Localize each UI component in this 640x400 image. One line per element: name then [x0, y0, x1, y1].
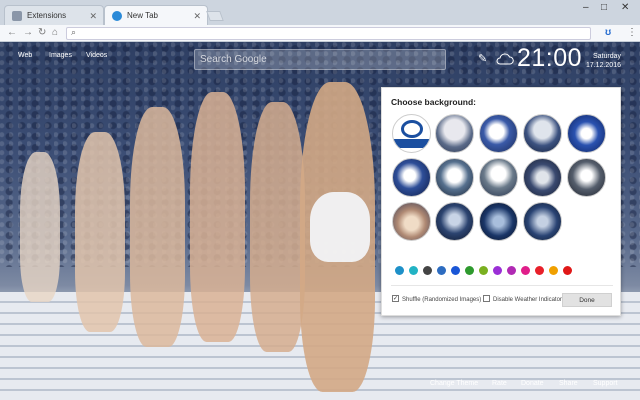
background-figure: [310, 192, 370, 262]
tab-title: Extensions: [27, 11, 67, 20]
new-tab-button[interactable]: [206, 11, 224, 21]
new-tab-page: Web Images Videos Search Google ✎ 21:00 …: [0, 42, 640, 400]
donate-link[interactable]: Donate: [521, 380, 544, 387]
menu-icon[interactable]: ⋮: [627, 26, 637, 40]
date-label: 17.12.2016: [585, 62, 621, 69]
background-thumbnail[interactable]: [392, 114, 431, 153]
background-figure: [75, 132, 125, 332]
support-link[interactable]: Support: [593, 380, 618, 387]
reload-icon[interactable]: ↻: [38, 27, 46, 39]
nav-images-link[interactable]: Images: [49, 52, 72, 59]
panel-title: Choose background:: [391, 97, 477, 107]
minimize-button[interactable]: –: [583, 2, 589, 13]
nav-videos-link[interactable]: Videos: [86, 52, 107, 59]
color-swatch[interactable]: [535, 266, 544, 275]
color-swatch[interactable]: [479, 266, 488, 275]
color-swatch[interactable]: [409, 266, 418, 275]
color-swatch[interactable]: [423, 266, 432, 275]
color-swatch[interactable]: [451, 266, 460, 275]
disable-weather-label: Disable Weather Indicator: [493, 297, 562, 303]
maximize-button[interactable]: □: [601, 2, 607, 13]
background-thumbnail[interactable]: [567, 114, 606, 153]
background-thumbnail[interactable]: [479, 158, 518, 197]
background-thumbnail[interactable]: [479, 114, 518, 153]
extension-icon[interactable]: ʊ: [605, 26, 611, 40]
done-button[interactable]: Done: [562, 293, 612, 307]
divider: [391, 285, 613, 286]
tab-extensions[interactable]: Extensions ✕: [4, 5, 104, 25]
background-thumbnail[interactable]: [567, 158, 606, 197]
forward-arrow-icon[interactable]: →: [23, 27, 33, 39]
change-theme-link[interactable]: Change Theme: [430, 380, 478, 387]
share-link[interactable]: Share: [559, 380, 578, 387]
puzzle-icon: [12, 11, 22, 21]
color-swatch[interactable]: [437, 266, 446, 275]
color-swatch[interactable]: [493, 266, 502, 275]
background-thumbnail[interactable]: [435, 158, 474, 197]
background-thumbnail[interactable]: [435, 114, 474, 153]
background-figure: [130, 107, 185, 347]
clock-time: 21:00: [517, 44, 583, 72]
pin-icon[interactable]: ✎: [478, 52, 487, 65]
background-figure: [190, 92, 245, 342]
color-swatch[interactable]: [549, 266, 558, 275]
color-swatch[interactable]: [563, 266, 572, 275]
date-block: Saturday 17.12.2016: [583, 52, 621, 70]
search-icon: ⌕: [71, 27, 77, 37]
background-thumbnail[interactable]: [523, 158, 562, 197]
close-tab-icon[interactable]: ✕: [89, 6, 97, 26]
color-swatch[interactable]: [465, 266, 474, 275]
rate-link[interactable]: Rate: [492, 380, 507, 387]
nav-web-link[interactable]: Web: [18, 52, 32, 59]
background-thumbnail[interactable]: [523, 114, 562, 153]
shuffle-checkbox[interactable]: ✓: [392, 295, 399, 302]
newtab-favicon-icon: [112, 11, 122, 21]
color-swatch[interactable]: [395, 266, 404, 275]
background-thumbnail[interactable]: [392, 202, 431, 241]
tab-strip: Extensions ✕ New Tab ✕ – □ ✕: [0, 0, 640, 25]
shuffle-label: Shuffle (Randomized Images): [402, 297, 482, 303]
color-swatch[interactable]: [507, 266, 516, 275]
tab-title: New Tab: [127, 11, 158, 20]
color-swatch[interactable]: [521, 266, 530, 275]
background-thumbnail[interactable]: [435, 202, 474, 241]
address-bar[interactable]: ⌕: [66, 27, 591, 40]
day-label: Saturday: [592, 53, 621, 60]
cloud-icon[interactable]: [496, 53, 514, 65]
background-figure: [20, 152, 60, 302]
disable-weather-checkbox[interactable]: [483, 295, 490, 302]
background-thumbnail[interactable]: [392, 158, 431, 197]
tab-new-tab[interactable]: New Tab ✕: [104, 5, 208, 25]
home-icon[interactable]: ⌂: [52, 27, 58, 39]
close-tab-icon[interactable]: ✕: [193, 6, 201, 26]
search-input[interactable]: Search Google: [194, 49, 446, 70]
close-window-button[interactable]: ✕: [621, 2, 629, 13]
background-chooser-panel: Choose background: ✓ Shuffle (Randomized…: [381, 87, 621, 316]
back-arrow-icon[interactable]: ←: [7, 27, 17, 39]
background-thumbnail[interactable]: [479, 202, 518, 241]
background-figure: [250, 102, 305, 352]
background-thumbnail[interactable]: [523, 202, 562, 241]
browser-toolbar: ← → ↻ ⌂ ⌕ ʊ ⋮: [0, 25, 640, 42]
